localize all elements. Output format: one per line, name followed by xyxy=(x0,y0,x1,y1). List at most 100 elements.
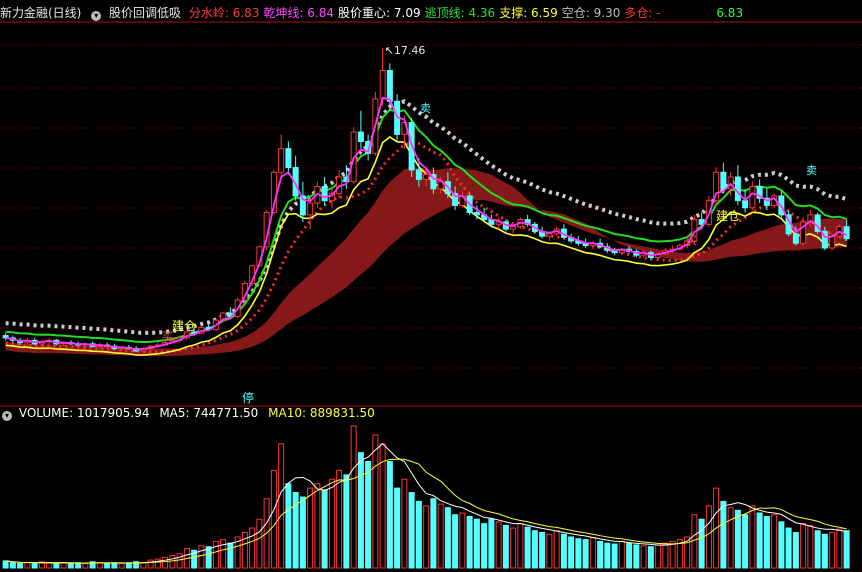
volume-bar xyxy=(597,540,604,569)
volume-bar xyxy=(626,542,633,569)
kline-chart[interactable]: ↖17.46停建仓建仓买卖卖买 xyxy=(0,0,862,572)
volume-bar xyxy=(560,533,567,569)
candle-body xyxy=(357,131,364,143)
volume-bar xyxy=(256,518,263,569)
volume-bar xyxy=(488,518,495,569)
volume-bar xyxy=(60,562,67,569)
volume-bar xyxy=(227,542,234,569)
volume-bar xyxy=(553,530,560,569)
volume-bar xyxy=(9,562,16,569)
volume-bar xyxy=(437,503,444,569)
volume-bar xyxy=(531,530,538,569)
candle-body xyxy=(285,148,292,169)
volume-bar xyxy=(510,527,517,569)
candle-body xyxy=(423,174,430,180)
candle-body xyxy=(792,233,799,244)
volume-bar xyxy=(829,532,836,569)
volume-bar xyxy=(524,526,531,569)
sell-marker: 卖 xyxy=(420,102,431,115)
limit-up-marker: 停 xyxy=(242,390,254,405)
escape-line xyxy=(5,108,847,344)
volume-bar xyxy=(17,563,24,569)
volume-bar xyxy=(285,483,292,569)
volume-bar xyxy=(328,478,335,569)
candle-body xyxy=(379,70,386,100)
sell-marker: 卖 xyxy=(806,164,817,177)
volume-bar xyxy=(321,489,328,569)
volume-bar xyxy=(118,563,125,569)
volume-bar xyxy=(365,461,372,569)
candle-body xyxy=(829,235,836,249)
volume-bar xyxy=(169,555,176,569)
volume-bar xyxy=(734,509,741,569)
volume-bar xyxy=(633,544,640,569)
volume-bar xyxy=(807,524,814,569)
volume-bar xyxy=(539,532,546,569)
volume-bar xyxy=(307,487,314,569)
volume-bar xyxy=(386,461,393,569)
volume-bar xyxy=(843,530,850,569)
candle-body xyxy=(415,169,422,180)
candle-body xyxy=(386,70,393,102)
volume-bar xyxy=(53,563,60,569)
volume-bar xyxy=(821,533,828,569)
volume-bar xyxy=(394,487,401,569)
volume-bar xyxy=(452,514,459,569)
volume-bar xyxy=(481,523,488,569)
volume-bar xyxy=(785,527,792,569)
volume-bar xyxy=(249,527,256,569)
volume-bar xyxy=(473,518,480,569)
volume-bar xyxy=(444,507,451,569)
volume-bar xyxy=(459,512,466,569)
high-price-label: ↖17.46 xyxy=(385,44,426,57)
buy-marker: 买 xyxy=(162,330,173,343)
volume-bar xyxy=(814,530,821,569)
volume-bar xyxy=(763,516,770,569)
candle-body xyxy=(742,200,749,209)
volume-bar xyxy=(372,434,379,569)
volume-bar xyxy=(611,543,618,569)
candle-body xyxy=(510,226,517,230)
candle-body xyxy=(546,233,553,237)
volume-bar xyxy=(220,539,227,569)
build-position-marker: 建仓 xyxy=(172,319,196,333)
candle-body xyxy=(720,171,727,190)
volume-bar xyxy=(836,528,843,569)
candle-body xyxy=(734,176,741,202)
buy-marker: 买 xyxy=(686,234,697,247)
volume-bar xyxy=(698,518,705,569)
volume-bar xyxy=(212,540,219,569)
volume-bar xyxy=(691,514,698,569)
candle-body xyxy=(278,148,285,173)
volume-bar xyxy=(800,523,807,569)
volume-bar xyxy=(24,562,31,569)
volume-bar xyxy=(655,544,662,569)
volume-bar xyxy=(314,483,321,569)
volume-bar xyxy=(415,500,422,569)
volume-bar xyxy=(771,514,778,569)
volume-bar xyxy=(720,500,727,569)
volume-bar xyxy=(669,540,676,569)
volume-bar xyxy=(343,474,350,569)
volume-bar xyxy=(401,478,408,569)
candle-body xyxy=(321,185,328,202)
volume-bar xyxy=(278,443,285,569)
volume-bar xyxy=(647,546,654,569)
volume-bar xyxy=(705,505,712,569)
volume-bar xyxy=(466,516,473,569)
volume-bar xyxy=(517,523,524,569)
volume-bar xyxy=(582,539,589,569)
volume-bar xyxy=(589,537,596,569)
volume-bar xyxy=(727,507,734,569)
volume-bar xyxy=(154,558,161,569)
volume-bar xyxy=(792,532,799,569)
volume-bar xyxy=(2,560,9,569)
volume-bar xyxy=(662,542,669,569)
volume-bar xyxy=(618,540,625,569)
volume-bar xyxy=(502,524,509,569)
volume-bar xyxy=(198,545,205,569)
volume-bar xyxy=(176,553,183,569)
volume-bar xyxy=(67,563,74,569)
volume-bar xyxy=(749,505,756,569)
volume-bar xyxy=(423,505,430,569)
